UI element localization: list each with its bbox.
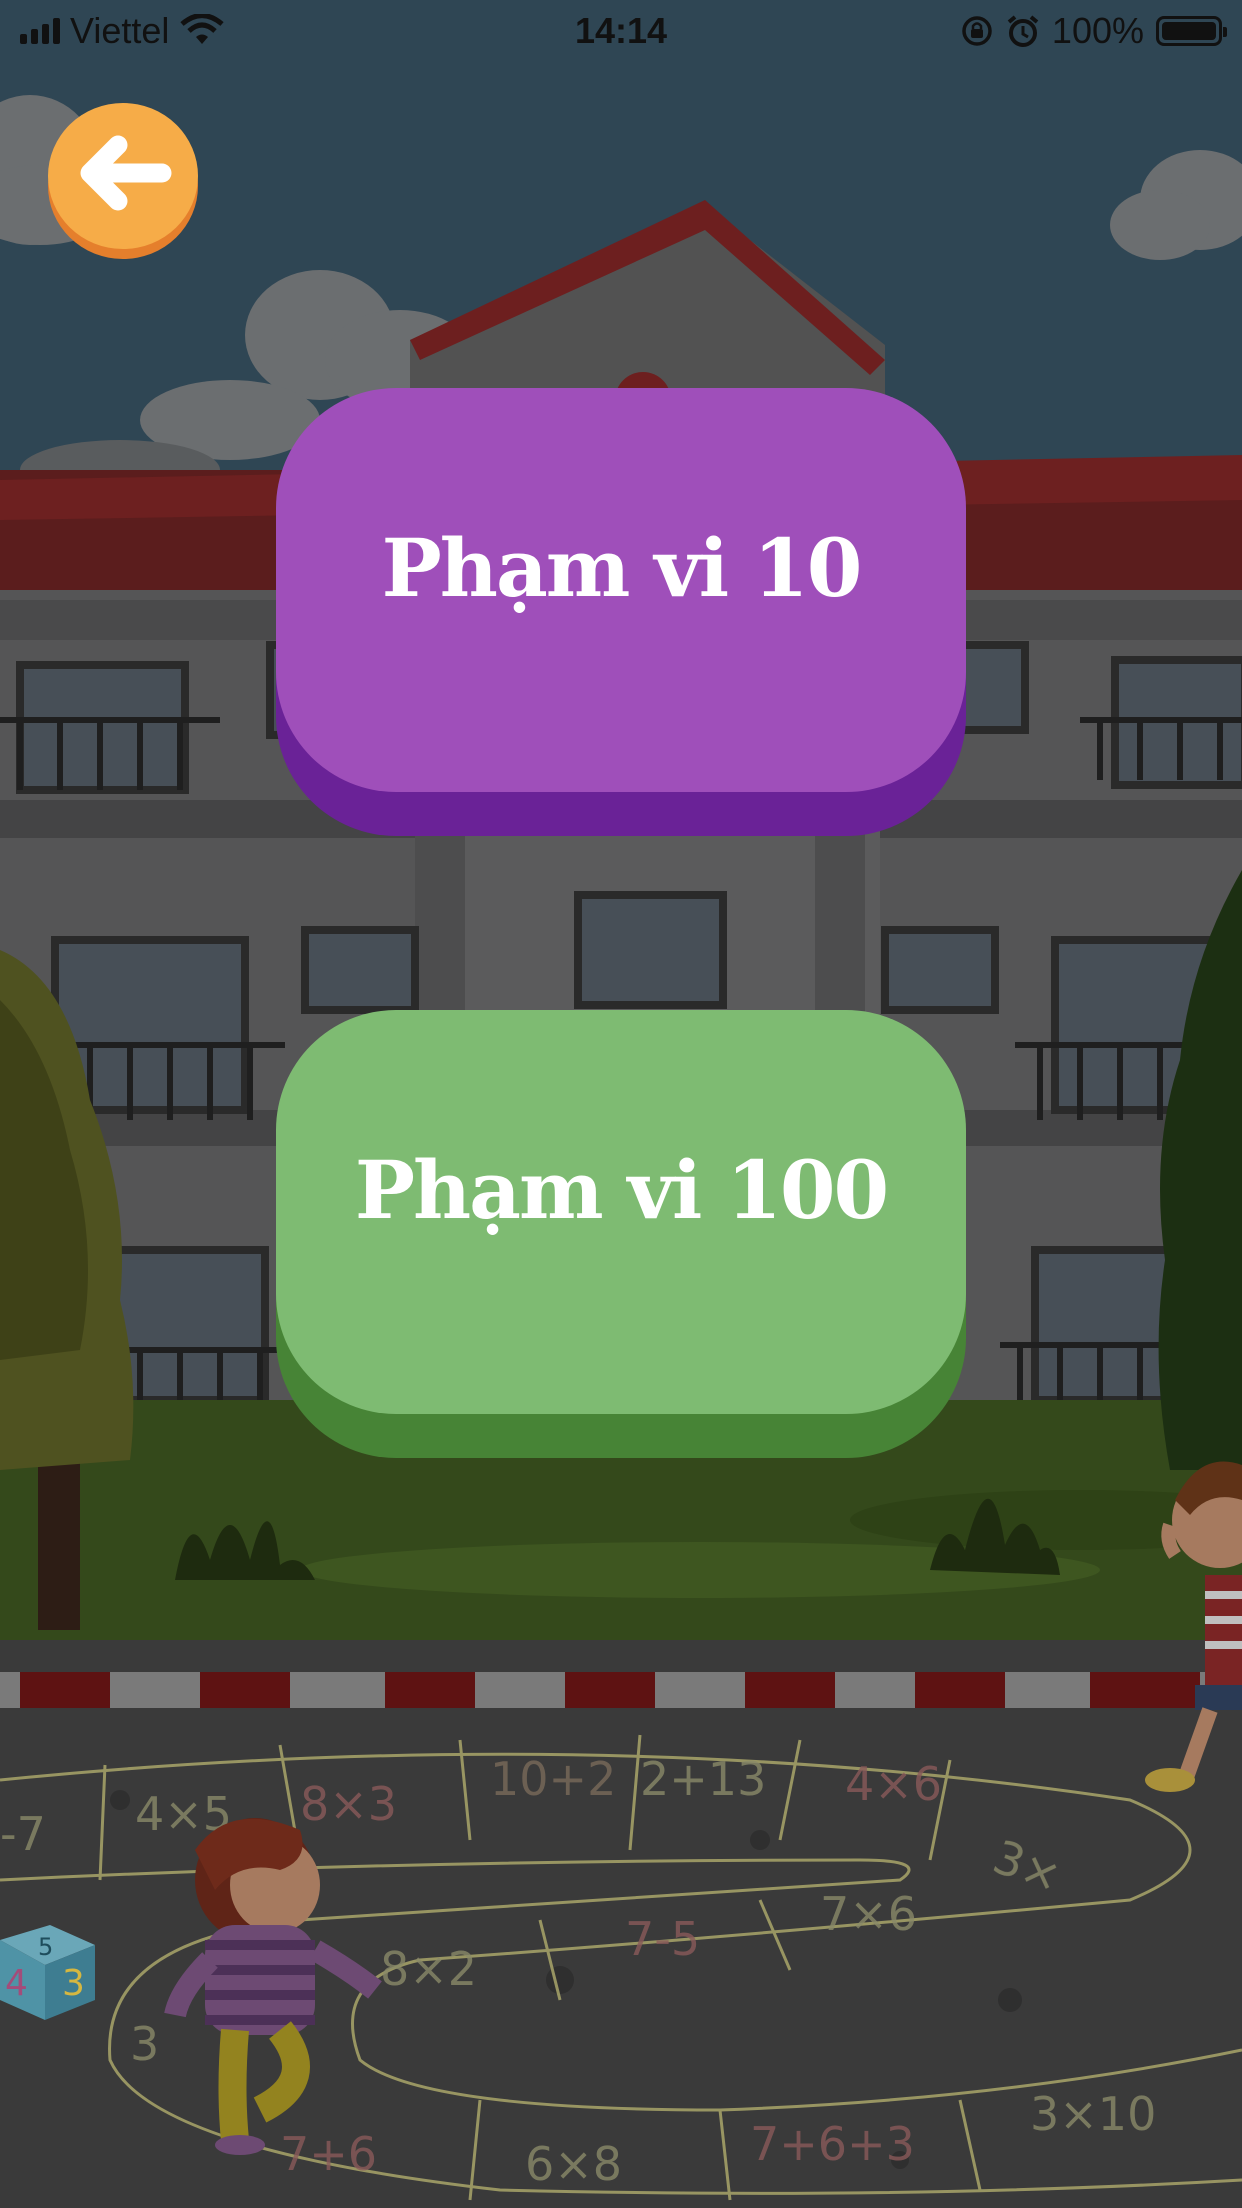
svg-text:2+13: 2+13 — [640, 1752, 766, 1806]
back-button[interactable] — [48, 103, 198, 259]
svg-text:8×2: 8×2 — [380, 1942, 477, 1996]
status-bar: Viettel 14:14 100% — [0, 0, 1242, 62]
battery-percentage: 100% — [1051, 10, 1144, 51]
svg-text:8×3: 8×3 — [300, 1777, 397, 1831]
rotation-lock-icon — [962, 16, 992, 46]
level-100-label: Phạm vi 100 — [354, 1143, 889, 1237]
svg-text:4: 4 — [5, 1963, 28, 2004]
svg-text:3×10: 3×10 — [1030, 2087, 1156, 2141]
arrow-left-icon — [80, 135, 172, 211]
svg-text:4×6: 4×6 — [845, 1757, 942, 1811]
alarm-icon — [1007, 15, 1039, 47]
level-10-button[interactable]: Phạm vi 10 — [276, 388, 966, 838]
svg-text:7×6: 7×6 — [820, 1887, 917, 1941]
svg-text:6×8: 6×8 — [525, 2137, 622, 2191]
level-100-button[interactable]: Phạm vi 100 — [276, 1010, 966, 1460]
svg-text:10+2: 10+2 — [490, 1752, 616, 1806]
svg-text:3: 3 — [130, 2017, 159, 2071]
svg-text:7-5: 7-5 — [625, 1912, 700, 1966]
svg-text:5: 5 — [38, 1933, 53, 1961]
svg-text:7+6+3: 7+6+3 — [750, 2117, 915, 2171]
battery-icon — [1156, 16, 1227, 46]
level-10-label: Phạm vi 10 — [381, 521, 863, 615]
svg-text:7+6: 7+6 — [280, 2127, 377, 2181]
svg-text:-7: -7 — [0, 1807, 46, 1861]
svg-text:3: 3 — [62, 1963, 85, 2004]
